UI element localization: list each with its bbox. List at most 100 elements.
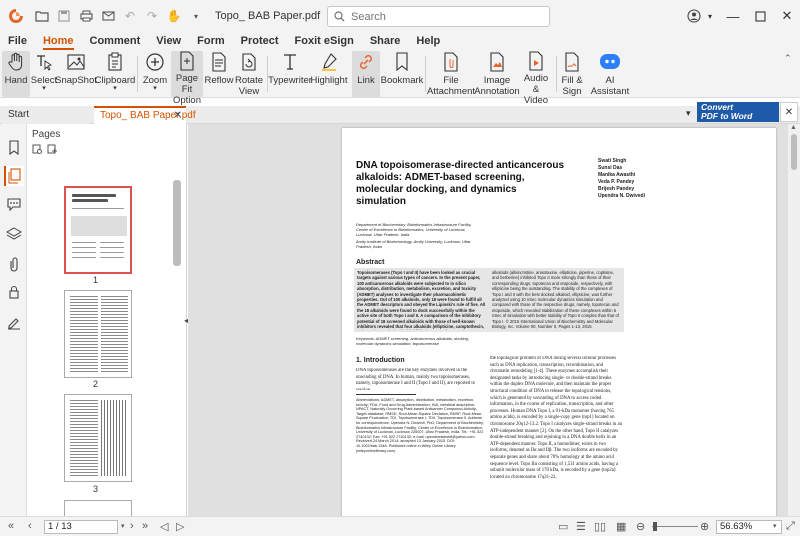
save-icon[interactable] [53, 5, 75, 27]
banner-close-icon[interactable]: ✕ [780, 102, 798, 122]
attachments-panel-icon[interactable] [4, 254, 24, 274]
menu-form[interactable]: Form [189, 32, 233, 50]
zoom-dropdown-icon[interactable]: ▾ [773, 522, 777, 530]
undo-icon[interactable]: ↶ [119, 5, 141, 27]
minimize-button[interactable]: — [723, 6, 743, 26]
previous-view-icon[interactable]: ◁ [160, 520, 168, 533]
customize-dropdown-icon[interactable]: ▾ [185, 5, 207, 27]
menu-comment[interactable]: Comment [82, 32, 149, 50]
select-text-icon [34, 51, 54, 73]
select-button[interactable]: Select ▾ [31, 51, 57, 97]
print-icon[interactable] [75, 5, 97, 27]
zoom-in-icon[interactable]: ⊕ [700, 520, 709, 533]
previous-page-icon[interactable]: ‹ [28, 520, 32, 532]
page-dropdown-icon[interactable]: ▾ [121, 522, 125, 530]
menu-home[interactable]: Home [35, 32, 82, 50]
next-view-icon[interactable]: ▷ [176, 520, 184, 533]
fill-sign-button[interactable]: Fill & Sign [559, 51, 585, 97]
search-input[interactable] [351, 10, 531, 23]
file-attachment-button[interactable]: File Attachment [427, 51, 475, 97]
continuous-facing-view-icon[interactable]: ▦ [616, 520, 626, 533]
link-button[interactable]: Link [352, 51, 380, 97]
status-bar: « ‹ 1 / 13 ▾ › » ◁ ▷ ▭ ☰ ▯▯ ▦ ⊖ ⊕ 56.63%… [0, 516, 800, 536]
typewriter-icon [282, 51, 298, 73]
open-folder-icon[interactable] [31, 5, 53, 27]
page-options-icon[interactable] [32, 144, 43, 158]
typewriter-button[interactable]: Typewriter [268, 51, 312, 97]
security-lock-icon[interactable] [4, 282, 24, 302]
audio-video-button[interactable]: Audio & Video [520, 51, 552, 106]
page-thumbnail-zoom-icon[interactable] [47, 144, 58, 158]
ribbon-collapse-icon[interactable]: ⌃ [784, 53, 792, 64]
tab-list-dropdown-icon[interactable]: ▾ [686, 108, 695, 118]
comments-panel-icon[interactable] [4, 194, 24, 214]
last-page-icon[interactable]: » [142, 520, 148, 532]
menu-protect[interactable]: Protect [233, 32, 287, 50]
author: Swati Singh [598, 158, 627, 164]
page-thumbnail-number: 3 [93, 484, 99, 494]
image-annotation-label-1: Image [483, 75, 511, 86]
search-box[interactable] [327, 6, 550, 27]
pages-panel-scrollbar[interactable] [173, 180, 181, 266]
zoom-slider-handle[interactable] [653, 522, 657, 531]
page-number-field[interactable]: 1 / 13 [44, 520, 118, 534]
keywords: Keywords: ADMET screening, anticancerous… [356, 336, 470, 346]
continuous-view-icon[interactable]: ☰ [576, 520, 586, 533]
pages-panel-icon[interactable] [4, 166, 24, 186]
zoom-slider[interactable] [652, 526, 698, 527]
snapshot-button[interactable]: SnapShot [55, 51, 97, 97]
zoom-out-icon[interactable]: ⊖ [636, 520, 645, 533]
first-page-icon[interactable]: « [8, 520, 14, 532]
page-thumbnail-3[interactable] [64, 394, 132, 482]
document-scrollbar[interactable]: ▲ [788, 124, 800, 526]
email-icon[interactable] [97, 5, 119, 27]
thumb-line [72, 199, 108, 202]
ai-assistant-button[interactable]: AI Assistant [590, 51, 630, 97]
pages-panel-title: Pages [32, 129, 61, 140]
document-view[interactable]: DNA topoisomerase-directed anticancerous… [188, 124, 788, 526]
layers-panel-icon[interactable] [4, 224, 24, 244]
menu-file[interactable]: File [0, 32, 35, 50]
fullscreen-icon[interactable]: ⤢ [786, 520, 795, 533]
hand-label: Hand [4, 75, 28, 86]
hand-button[interactable]: Hand [2, 51, 30, 97]
tab-document[interactable]: Topo_ BAB Paper.pdf ✕ [94, 106, 196, 124]
signature-panel-icon[interactable] [4, 312, 24, 332]
pages-panel: Pages 1 2 3 [27, 124, 187, 526]
convert-pdf-to-word-banner[interactable]: Convert PDF to Word [697, 102, 779, 122]
image-annotation-button[interactable]: Image Annotation [474, 51, 520, 97]
bookmark-button[interactable]: Bookmark [381, 51, 423, 97]
zoom-button[interactable]: Zoom ▾ [140, 51, 170, 97]
page-fit-option-button[interactable]: Page Fit Option [171, 51, 203, 106]
facing-view-icon[interactable]: ▯▯ [594, 520, 606, 533]
thumb-abstract-block [71, 216, 127, 236]
abstract-heading: Abstract [356, 259, 385, 266]
menu-view[interactable]: View [148, 32, 189, 50]
page-thumbnail-1[interactable] [64, 186, 132, 274]
snapshot-label: SnapShot [55, 75, 97, 86]
hand-tool-quick-icon[interactable]: ✋ [163, 5, 185, 27]
bookmarks-panel-icon[interactable] [4, 138, 24, 158]
menu-foxit-esign[interactable]: Foxit eSign [287, 32, 362, 50]
account-dropdown-icon[interactable]: ▾ [700, 6, 720, 26]
single-page-view-icon[interactable]: ▭ [558, 520, 568, 533]
rotate-view-button[interactable]: Rotate View [235, 51, 263, 97]
left-navigation-rail [0, 124, 27, 526]
maximize-button[interactable] [750, 6, 770, 26]
scroll-up-icon[interactable]: ▲ [790, 124, 797, 131]
tab-start[interactable]: Start [2, 106, 90, 124]
search-icon [334, 11, 345, 22]
clipboard-button[interactable]: Clipboard ▾ [95, 51, 135, 97]
highlight-button[interactable]: Highlight [311, 51, 347, 97]
ai-assistant-icon [598, 51, 622, 73]
abstract-text-left: Topoisomerases (Topo I and II) have been… [357, 270, 486, 330]
menu-share[interactable]: Share [362, 32, 409, 50]
reflow-button[interactable]: Reflow [204, 51, 234, 97]
menu-help[interactable]: Help [408, 32, 448, 50]
close-button[interactable]: ✕ [777, 6, 797, 26]
page-thumbnail-2[interactable] [64, 290, 132, 378]
next-page-icon[interactable]: › [130, 520, 134, 532]
redo-icon[interactable]: ↷ [141, 5, 163, 27]
tab-close-icon[interactable]: ✕ [174, 108, 182, 123]
document-scrollbar-thumb[interactable] [791, 134, 797, 170]
